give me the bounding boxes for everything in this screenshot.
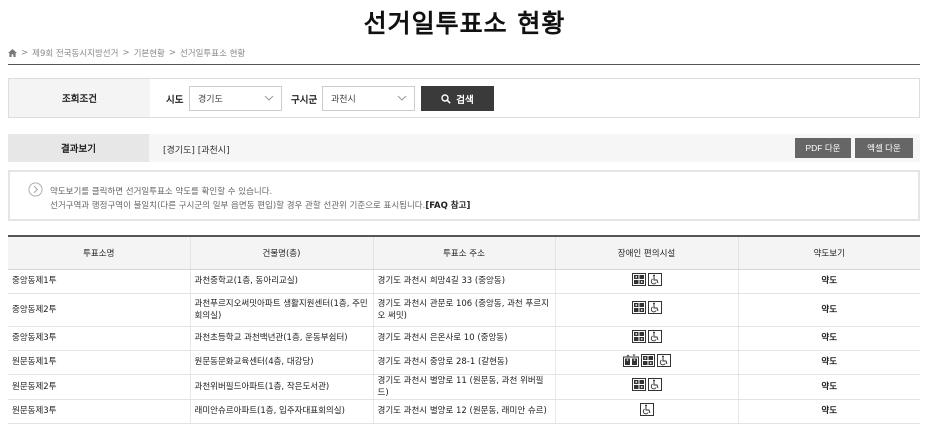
wheelchair-icon <box>647 272 662 286</box>
table-row: 중앙동제2투 과천푸르지오써밋아파트 생활지원센터(1층, 주민회의실) 경기도… <box>8 293 920 327</box>
facility-cell <box>555 269 739 294</box>
search-icon <box>441 93 451 104</box>
notice-text-2: 선거구역과 행정구역이 불일치(다른 구시군의 일부 읍면동 편입)할 경우 관… <box>50 199 470 211</box>
wheelchair-icon <box>639 402 654 416</box>
station-address: 경기도 과천시 관문로 106 (중앙동, 과천 푸르지오 써밋) <box>373 293 556 327</box>
elevator-icon <box>640 353 655 367</box>
facility-icons <box>639 402 654 416</box>
search-section-label: 조회조건 <box>9 79 150 117</box>
elevator-icon <box>631 272 646 286</box>
page: 선거일투표소 현황 > 제9회 전국동시지방선거 > 기본현황 > 선거일투표소… <box>0 0 929 426</box>
building-name: 래미안슈르아파트(1층, 입주자대표회의실) <box>190 399 374 424</box>
facility-cell <box>555 293 739 327</box>
wheelchair-icon <box>656 353 671 367</box>
wheelchair-icon <box>647 329 662 343</box>
col-header-map: 약도보기 <box>738 236 920 270</box>
station-address: 경기도 과천시 별양로 12 (원문동, 래미안 슈르) <box>373 399 556 424</box>
table-row: 중앙동제3투 과천초등학교 과천백년관(1층, 운동부쉼터) 경기도 과천시 은… <box>8 326 920 351</box>
station-name: 원문동제1투 <box>8 350 191 375</box>
notice-text-1: 약도보기를 클릭하면 선거일투표소 약도를 확인할 수 있습니다. <box>50 187 273 197</box>
result-bar: 결과보기 [경기도] [과천시] PDF 다운 엑셀 다운 <box>8 134 920 162</box>
breadcrumb-item-election[interactable]: 제9회 전국동시지방선거 <box>32 47 118 59</box>
table-row: 원문동제3투 래미안슈르아파트(1층, 입주자대표회의실) 경기도 과천시 별양… <box>8 399 920 424</box>
lift-icon <box>622 354 639 367</box>
notice-box: 약도보기를 클릭하면 선거일투표소 약도를 확인할 수 있습니다. 선거구역과 … <box>8 170 920 221</box>
building-name: 과천푸르지오써밋아파트 생활지원센터(1층, 주민회의실) <box>190 293 374 327</box>
chevron-down-icon <box>397 95 407 101</box>
building-name: 과천초등학교 과천백년관(1층, 운동부쉼터) <box>190 326 374 351</box>
table-row: 중앙동제1투 과천중학교(1층, 동아리교실) 경기도 과천시 희망4길 33 … <box>8 269 920 294</box>
wheelchair-icon <box>647 378 662 391</box>
map-link[interactable]: 약도 <box>738 374 920 400</box>
sido-label: 시도 <box>166 95 184 106</box>
search-button-label: 검색 <box>456 94 474 106</box>
station-address: 경기도 과천시 별양로 11 (원문동, 과천 위버필드) <box>373 374 556 400</box>
elevator-icon <box>631 301 646 314</box>
facility-cell <box>555 374 739 400</box>
station-address: 경기도 과천시 은온사로 10 (중앙동) <box>373 326 556 351</box>
building-name: 과천위버필드아파트(1층, 작은도서관) <box>190 374 374 400</box>
sido-select-value: 경기도 <box>198 95 223 105</box>
map-link[interactable]: 약도 <box>738 399 920 424</box>
facility-cell <box>555 399 739 424</box>
breadcrumb-separator: > <box>21 48 29 58</box>
sido-select[interactable]: 경기도 <box>189 86 282 111</box>
station-name: 중앙동제2투 <box>8 293 191 327</box>
station-name: 원문동제2투 <box>8 374 191 400</box>
table-row: 원문동제2투 과천위버필드아파트(1층, 작은도서관) 경기도 과천시 별양로 … <box>8 374 920 400</box>
facility-icons <box>631 329 662 343</box>
home-icon[interactable] <box>8 49 17 57</box>
building-name: 과천중학교(1층, 동아리교실) <box>190 269 374 294</box>
col-header-facilities: 장애인 편의시설 <box>555 236 739 270</box>
polling-station-table: 투표소명 건물명(층) 투표소 주소 장애인 편의시설 약도보기 중앙동제1투 … <box>8 235 920 424</box>
facility-cell <box>555 350 739 375</box>
wheelchair-icon <box>647 301 662 314</box>
station-name: 중앙동제3투 <box>8 326 191 351</box>
col-header-building: 건물명(층) <box>190 236 374 270</box>
chevron-down-icon <box>264 95 274 101</box>
notice-text-2-body: 선거구역과 행정구역이 불일치(다른 구시군의 일부 읍면동 편입)할 경우 관… <box>50 201 426 211</box>
page-title: 선거일투표소 현황 <box>363 9 566 38</box>
map-link[interactable]: 약도 <box>738 293 920 327</box>
result-section-label: 결과보기 <box>8 134 149 162</box>
breadcrumb-item-basic-status[interactable]: 기본현황 <box>134 47 165 59</box>
table-body: 중앙동제1투 과천중학교(1층, 동아리교실) 경기도 과천시 희망4길 33 … <box>8 269 920 424</box>
breadcrumb-separator: > <box>168 48 176 58</box>
station-name: 원문동제3투 <box>8 399 191 424</box>
breadcrumb-separator: > <box>122 48 130 58</box>
search-panel: 조회조건 시도 경기도 구시군 과천시 검색 <box>8 78 920 118</box>
breadcrumb-item-current: 선거일투표소 현황 <box>179 49 246 59</box>
sigungu-select-value: 과천시 <box>331 95 356 105</box>
map-link[interactable]: 약도 <box>738 326 920 351</box>
sigungu-select[interactable]: 과천시 <box>322 86 415 111</box>
map-link[interactable]: 약도 <box>738 350 920 375</box>
chevron-right-circle-icon <box>28 182 43 197</box>
facility-icons <box>631 272 662 286</box>
station-address: 경기도 과천시 중앙로 28-1 (갈현동) <box>373 350 556 375</box>
table-header-row: 투표소명 건물명(층) 투표소 주소 장애인 편의시설 약도보기 <box>8 236 920 270</box>
col-header-address: 투표소 주소 <box>373 236 556 270</box>
excel-download-button[interactable]: 엑셀 다운 <box>855 138 913 158</box>
station-name: 중앙동제1투 <box>8 269 191 294</box>
sigungu-label: 구시군 <box>291 95 318 106</box>
breadcrumb: > 제9회 전국동시지방선거 > 기본현황 > 선거일투표소 현황 <box>8 47 245 59</box>
result-summary: [경기도] [과천시] <box>163 146 230 156</box>
pdf-download-button[interactable]: PDF 다운 <box>795 138 851 158</box>
faq-link[interactable]: [FAQ 참고] <box>425 201 470 211</box>
building-name: 원문동문화교육센터(4층, 대강당) <box>190 350 374 375</box>
col-header-station: 투표소명 <box>8 236 191 270</box>
facility-icons <box>631 301 662 314</box>
facility-cell <box>555 326 739 351</box>
elevator-icon <box>631 378 646 391</box>
facility-icons <box>622 353 671 367</box>
station-address: 경기도 과천시 희망4길 33 (중앙동) <box>373 269 556 294</box>
search-button[interactable]: 검색 <box>421 86 494 111</box>
facility-icons <box>631 378 662 391</box>
title-divider <box>8 64 920 65</box>
map-link[interactable]: 약도 <box>738 269 920 294</box>
table-row: 원문동제1투 원문동문화교육센터(4층, 대강당) 경기도 과천시 중앙로 28… <box>8 350 920 375</box>
elevator-icon <box>631 329 646 343</box>
